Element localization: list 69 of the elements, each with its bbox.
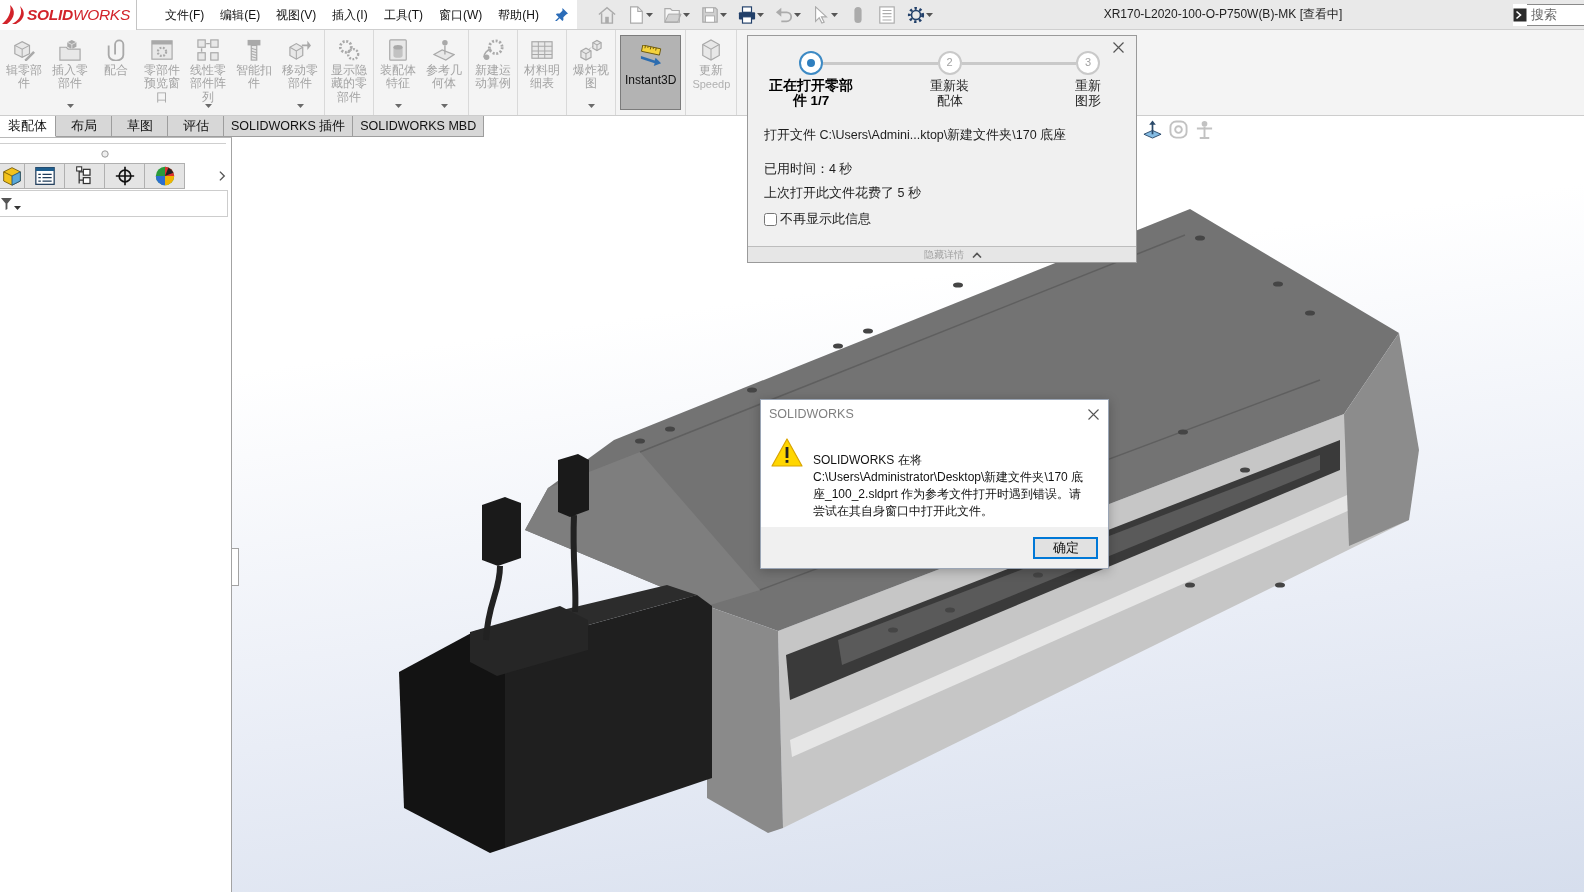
search-field[interactable]: 搜索	[1527, 3, 1584, 26]
settings-icon[interactable]	[907, 5, 925, 24]
pin-icon[interactable]	[555, 8, 568, 21]
folder-cube-icon	[59, 39, 81, 61]
cube-icon	[700, 39, 723, 61]
close-icon[interactable]	[1113, 42, 1124, 53]
step-number: 2	[937, 51, 962, 75]
console-icon	[1513, 3, 1527, 26]
step-label: 正在打开零部件 1/7	[768, 78, 854, 108]
cylinder-icon	[387, 39, 409, 61]
paperclip-icon	[105, 39, 127, 61]
menu-item[interactable]: 帮助(H)	[490, 0, 547, 30]
ribbon-tab[interactable]: SOLIDWORKS 插件	[224, 116, 354, 137]
table-icon	[531, 39, 553, 61]
error-message: SOLIDWORKS 在将 C:\Users\Administrator\Desktop\新建文件夹\170 底座_100_2.sldprt 作为参考文件打开时遇到错误。请尝试在其自身窗口中打开此文件。	[813, 452, 1085, 520]
cube-pencil-icon	[13, 39, 35, 61]
caret-icon[interactable]	[926, 12, 933, 17]
menu-item[interactable]: 文件(F)	[157, 0, 213, 30]
menu-item[interactable]: 工具(T)	[375, 0, 431, 30]
panel-tab[interactable]	[25, 163, 65, 189]
menu-item[interactable]: 编辑(E)	[212, 0, 269, 30]
view-orientation-icon[interactable]	[1143, 120, 1162, 139]
chevron-up-icon[interactable]	[972, 251, 982, 258]
menu-item[interactable]: 插入(I)	[324, 0, 376, 30]
menu-item[interactable]: 视图(V)	[268, 0, 325, 30]
file-path-text: 打开文件 C:\Users\Admini...ktop\新建文件夹\170 底座	[764, 128, 1068, 143]
list-window-icon	[34, 166, 55, 186]
previous-time-text: 上次打开此文件花费了 5 秒	[764, 186, 922, 201]
elapsed-time-text: 已用时间：4 秒	[764, 162, 854, 177]
warning-icon	[771, 438, 803, 467]
step-number: 3	[1076, 51, 1100, 75]
dont-show-checkbox[interactable]	[764, 213, 777, 226]
ruler-arrow-icon	[639, 45, 662, 67]
ribbon-tab[interactable]: SOLIDWORKS MBD	[353, 116, 485, 137]
menu-item[interactable]: 窗口(W)	[431, 0, 491, 30]
logo-text: SOLIDWORKS	[27, 5, 130, 25]
crosshair-icon	[114, 166, 135, 186]
splitter-handle[interactable]	[232, 548, 239, 586]
panel-tab[interactable]	[145, 163, 185, 189]
exploded-cubes-icon	[580, 39, 602, 61]
logo-mark-icon	[1, 5, 25, 25]
caret-icon[interactable]	[757, 12, 764, 17]
printer-icon[interactable]	[738, 5, 756, 24]
plane-point-icon	[433, 39, 455, 61]
panel-tab[interactable]	[105, 163, 145, 189]
dialog-title: SOLIDWORKS	[769, 406, 854, 422]
color-ball-icon	[154, 166, 175, 186]
step-label: 重新装配体	[929, 78, 970, 108]
filter-field[interactable]	[0, 190, 228, 217]
step-label: 重新图形	[1074, 78, 1102, 108]
command-button[interactable]: Instant3D	[620, 35, 682, 110]
gears-icon	[338, 39, 360, 61]
chevron-right-icon[interactable]	[219, 170, 226, 182]
grid-squares-icon	[197, 39, 219, 61]
caret-icon[interactable]	[14, 205, 21, 210]
cube-icon	[2, 166, 22, 186]
ribbon-tab[interactable]: 草图	[112, 116, 168, 137]
window-gear-icon	[151, 39, 173, 61]
grip-dot-icon[interactable]	[101, 149, 109, 158]
close-icon[interactable]	[1088, 408, 1099, 420]
panel-tab[interactable]	[65, 163, 105, 189]
ok-button[interactable]: 确定	[1033, 537, 1098, 559]
window-title: XR170-L2020-100-O-P750W(B)-MK [查看中]	[1102, 7, 1344, 22]
checkbox-label: 不再显示此信息	[780, 212, 871, 227]
gear-motion-icon	[482, 39, 504, 61]
ribbon-tab[interactable]: 布局	[56, 116, 112, 137]
ribbon-tab[interactable]: 评估	[168, 116, 224, 137]
funnel-icon	[1, 197, 12, 210]
cube-arrow-icon	[289, 39, 311, 61]
